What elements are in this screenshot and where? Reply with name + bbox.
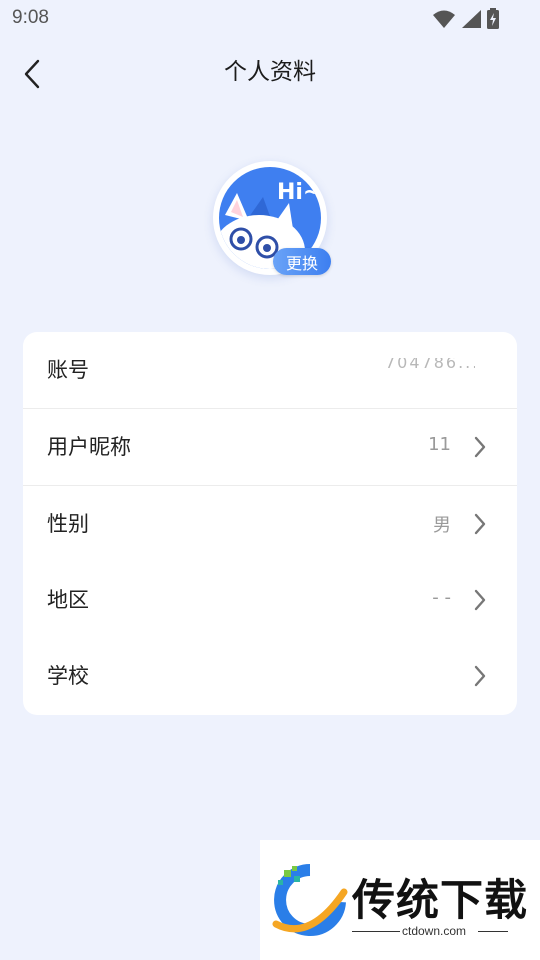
profile-card: 账号 704786... 用户昵称 11 性别 男 地区 - - 学校	[23, 332, 517, 715]
status-icons	[432, 8, 500, 30]
row-nickname-label: 用户昵称	[47, 435, 131, 459]
row-gender-value: 男	[433, 515, 451, 536]
ctdown-logo-icon	[272, 864, 348, 936]
cellular-signal-icon	[462, 10, 481, 28]
row-nickname[interactable]: 用户昵称 11	[23, 409, 517, 485]
row-region-label: 地区	[47, 588, 89, 612]
row-school[interactable]: 学校	[23, 638, 517, 714]
watermark-line	[478, 931, 508, 932]
watermark-url: ctdown.com	[402, 924, 467, 938]
avatar-hi-text: Hi~	[277, 180, 321, 205]
row-account-value: 704786...	[385, 358, 475, 368]
watermark: 传统下载 ctdown.com	[260, 840, 540, 960]
row-region-value: - -	[432, 587, 451, 608]
row-region[interactable]: 地区 - -	[23, 562, 517, 638]
chevron-right-icon	[474, 436, 486, 458]
row-school-label: 学校	[47, 664, 89, 688]
header: 个人资料	[0, 44, 540, 94]
chevron-right-icon	[474, 665, 486, 687]
wifi-icon	[433, 10, 455, 28]
status-bar: 9:08	[0, 0, 540, 36]
row-account-label: 账号	[47, 358, 89, 382]
row-gender[interactable]: 性别 男	[23, 486, 517, 562]
status-time: 9:08	[12, 7, 49, 28]
page-title: 个人资料	[224, 59, 316, 85]
watermark-title: 传统下载	[352, 876, 528, 926]
row-nickname-value: 11	[428, 434, 451, 455]
row-gender-label: 性别	[47, 512, 89, 536]
battery-charging-icon	[487, 8, 499, 29]
row-account[interactable]: 账号 704786...	[23, 332, 517, 408]
avatar-change-button[interactable]: Hi~ 更换	[213, 161, 331, 275]
chevron-right-icon	[474, 513, 486, 535]
chevron-right-icon	[474, 589, 486, 611]
watermark-line	[352, 931, 400, 932]
change-avatar-badge[interactable]: 更换	[273, 248, 331, 275]
